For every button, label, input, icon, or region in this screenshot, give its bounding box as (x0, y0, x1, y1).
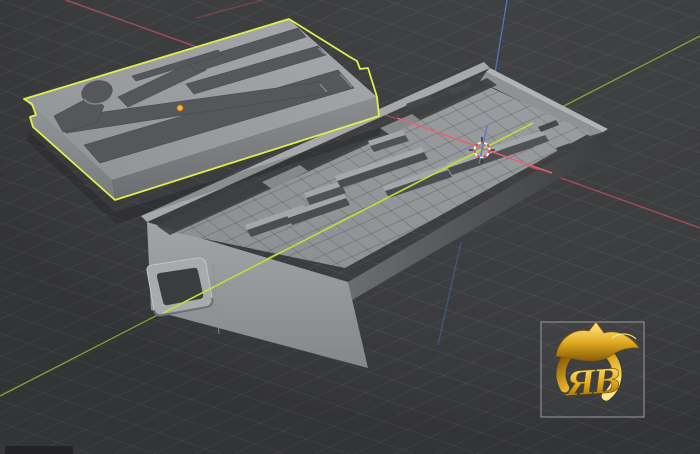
viewport-3d[interactable]: ЯВ (0, 0, 700, 454)
object-origin-dot (177, 105, 183, 111)
drawer-handle[interactable] (147, 258, 213, 316)
window-edge-fragment (5, 446, 73, 454)
logo-monogram-text: ЯВ (563, 361, 622, 404)
handle-hole (157, 268, 203, 305)
watermark-logo: ЯВ (541, 322, 644, 417)
